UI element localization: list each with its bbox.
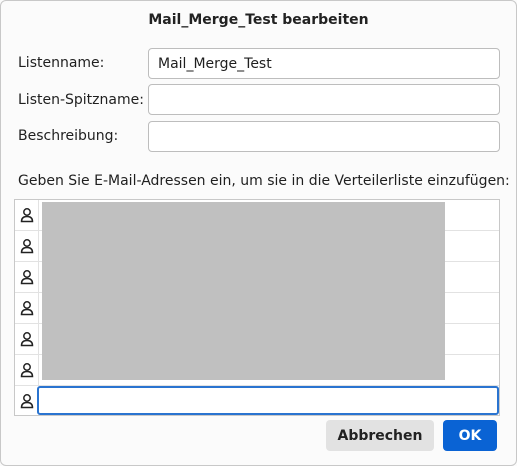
person-icon xyxy=(20,394,34,409)
edit-list-dialog: Mail_Merge_Test bearbeiten Listenname: L… xyxy=(0,0,517,466)
row-divider xyxy=(38,355,39,385)
person-icon xyxy=(20,301,34,316)
person-icon xyxy=(20,208,34,223)
dialog-title: Mail_Merge_Test bearbeiten xyxy=(148,12,369,28)
redacted-addresses xyxy=(42,202,445,380)
members-instruction: Geben Sie E-Mail-Adressen ein, um sie in… xyxy=(18,173,510,189)
listname-input[interactable] xyxy=(148,48,500,79)
person-icon xyxy=(20,270,34,285)
new-address-input[interactable] xyxy=(37,386,499,415)
person-icon xyxy=(20,239,34,254)
row-divider xyxy=(38,324,39,354)
row-divider xyxy=(38,293,39,323)
row-divider xyxy=(38,200,39,230)
description-input[interactable] xyxy=(148,121,500,152)
ok-button[interactable]: OK xyxy=(443,420,497,451)
cancel-button[interactable]: Abbrechen xyxy=(326,420,434,451)
description-label: Beschreibung: xyxy=(18,128,119,144)
nickname-label: Listen-Spitzname: xyxy=(18,92,144,108)
listname-label: Listenname: xyxy=(18,55,105,71)
row-divider xyxy=(38,262,39,292)
person-icon xyxy=(20,332,34,347)
nickname-input[interactable] xyxy=(148,84,500,115)
row-divider xyxy=(38,231,39,261)
person-icon xyxy=(20,363,34,378)
